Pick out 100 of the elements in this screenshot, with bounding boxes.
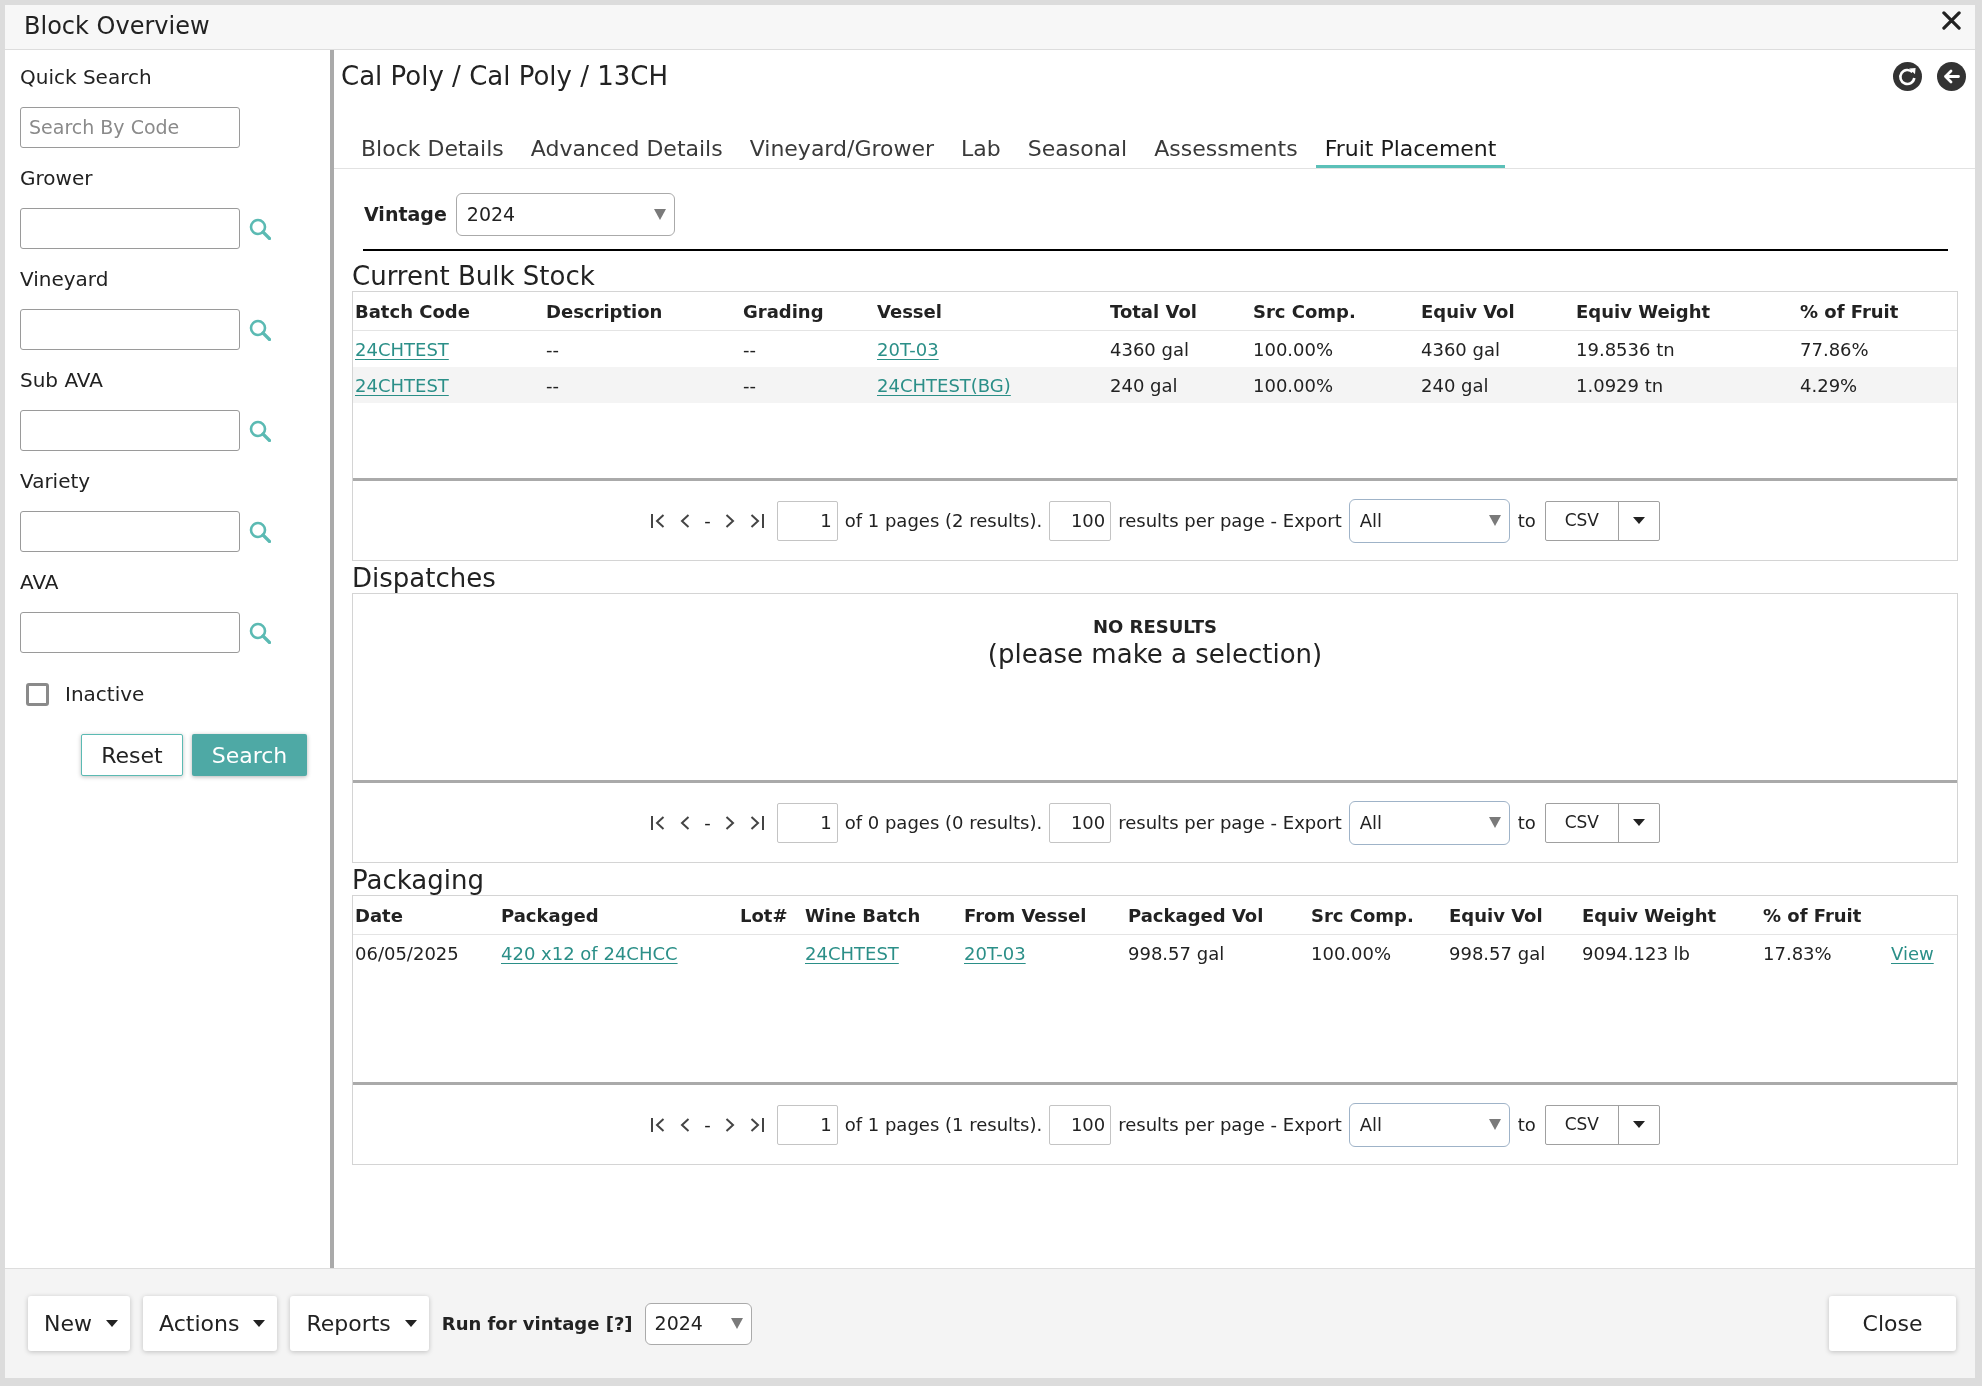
section-title: Current Bulk Stock xyxy=(352,261,596,291)
export-select[interactable]: All xyxy=(1348,1102,1510,1147)
table-cell-text: -- xyxy=(743,373,756,398)
reset-button[interactable]: Reset xyxy=(81,734,183,776)
next-page-icon[interactable] xyxy=(724,814,735,831)
column-header: Packaged xyxy=(501,903,599,928)
menu-button[interactable]: Actions xyxy=(143,1296,278,1351)
caret-down-icon xyxy=(1632,819,1645,826)
link[interactable]: 24CHTEST xyxy=(805,939,899,967)
to-label: to xyxy=(1517,811,1536,835)
column-header: Vessel xyxy=(877,299,942,324)
page-number-field[interactable]: 1 xyxy=(776,802,838,843)
menu-button[interactable]: Reports xyxy=(290,1296,429,1351)
table-cell-text: -- xyxy=(546,373,559,398)
caret-down-icon xyxy=(1632,1121,1645,1128)
format-split-button[interactable]: CSV xyxy=(1544,500,1660,541)
input-field[interactable] xyxy=(20,309,240,350)
column-header: Equiv Weight xyxy=(1576,299,1711,324)
tab[interactable]: Fruit Placement xyxy=(1315,128,1506,168)
link[interactable]: View xyxy=(1891,939,1934,967)
tab[interactable]: Advanced Details xyxy=(521,128,732,168)
window-title: Block Overview xyxy=(24,11,210,41)
column-header: Total Vol xyxy=(1110,299,1197,324)
table-cell-text: 100.00% xyxy=(1311,941,1392,966)
per-page-field[interactable]: 100 xyxy=(1049,500,1112,541)
empty-message: NO RESULTS xyxy=(1092,616,1218,638)
table-cell-text: 77.86% xyxy=(1800,337,1869,362)
column-header: Equiv Vol xyxy=(1449,903,1543,928)
column-header: Description xyxy=(546,299,663,324)
page-number-field[interactable]: 1 xyxy=(776,500,838,541)
link[interactable]: 20T-03 xyxy=(964,939,1026,967)
per-page-label: results per page - Export xyxy=(1118,811,1342,835)
close-icon[interactable] xyxy=(1942,11,1961,30)
tab[interactable]: Seasonal xyxy=(1018,128,1137,168)
field-label: Vintage xyxy=(364,202,447,228)
page-number-field[interactable]: 1 xyxy=(776,1104,838,1145)
field-label: Grower xyxy=(20,165,93,191)
table-cell-text: 9094.123 lb xyxy=(1582,941,1691,966)
vintage-select[interactable]: 2024 xyxy=(644,1302,752,1345)
column-header: % of Fruit xyxy=(1763,903,1862,928)
vintage-select[interactable]: 2024 xyxy=(455,193,675,236)
tab[interactable]: Assessments xyxy=(1145,128,1307,168)
input-field[interactable] xyxy=(20,612,240,653)
empty-hint: (please make a selection) xyxy=(987,638,1323,670)
menu-button[interactable]: New xyxy=(28,1296,130,1351)
table-cell-text: 4360 gal xyxy=(1421,337,1500,362)
export-select[interactable]: All xyxy=(1348,800,1510,845)
input-field[interactable] xyxy=(20,208,240,249)
export-select[interactable]: All xyxy=(1348,498,1510,543)
close-button[interactable]: Close xyxy=(1829,1296,1956,1351)
input-field[interactable] xyxy=(20,410,240,451)
per-page-field[interactable]: 100 xyxy=(1049,1104,1112,1145)
link[interactable]: 420 x12 of 24CHCC xyxy=(501,939,678,967)
first-page-icon[interactable] xyxy=(650,512,667,529)
refresh-icon[interactable] xyxy=(1893,62,1922,91)
last-page-icon[interactable] xyxy=(748,512,765,529)
page-separator: - xyxy=(704,509,711,533)
previous-page-icon[interactable] xyxy=(680,1116,691,1133)
next-page-icon[interactable] xyxy=(724,1116,735,1133)
link[interactable]: 24CHTEST(BG) xyxy=(877,371,1011,399)
per-page-field[interactable]: 100 xyxy=(1049,802,1112,843)
tab[interactable]: Block Details xyxy=(352,128,513,168)
format-split-button[interactable]: CSV xyxy=(1544,802,1660,843)
link[interactable]: 24CHTEST xyxy=(355,335,449,363)
format-split-button[interactable]: CSV xyxy=(1544,1104,1660,1145)
checkbox[interactable] xyxy=(26,682,49,706)
previous-page-icon[interactable] xyxy=(680,814,691,831)
dropdown-arrow-icon xyxy=(1488,1119,1501,1130)
tab[interactable]: Vineyard/Grower xyxy=(740,128,944,168)
previous-page-icon[interactable] xyxy=(680,512,691,529)
last-page-icon[interactable] xyxy=(748,1116,765,1133)
link[interactable]: 20T-03 xyxy=(877,335,939,363)
caret-down-icon xyxy=(1632,517,1645,524)
column-header: Date xyxy=(355,903,403,928)
page-separator: - xyxy=(704,1113,711,1137)
to-label: to xyxy=(1517,509,1536,533)
column-header: Equiv Weight xyxy=(1582,903,1717,928)
next-page-icon[interactable] xyxy=(724,512,735,529)
last-page-icon[interactable] xyxy=(748,814,765,831)
table-cell-text: 06/05/2025 xyxy=(355,941,459,966)
first-page-icon[interactable] xyxy=(650,814,667,831)
first-page-icon[interactable] xyxy=(650,1116,667,1133)
section-title: Packaging xyxy=(352,865,485,895)
dropdown-arrow-icon xyxy=(1488,817,1501,828)
table-cell-text: 100.00% xyxy=(1253,373,1334,398)
field-label: Sub AVA xyxy=(20,367,103,393)
table-cell-text: 998.57 gal xyxy=(1128,941,1225,966)
input-field[interactable] xyxy=(20,511,240,552)
column-header: Batch Code xyxy=(355,299,470,324)
table-cell-text: 240 gal xyxy=(1110,373,1178,398)
caret-down-icon xyxy=(404,1320,417,1327)
checkbox-label: Inactive xyxy=(65,681,145,707)
table-cell-text: 17.83% xyxy=(1763,941,1832,966)
column-header: Src Comp. xyxy=(1311,903,1414,928)
table-cell-text: 100.00% xyxy=(1253,337,1334,362)
search-field[interactable]: Search By Code xyxy=(20,107,240,148)
field-label: Run for vintage [?] xyxy=(441,1312,633,1336)
link[interactable]: 24CHTEST xyxy=(355,371,449,399)
table-cell-text: 4.29% xyxy=(1800,373,1858,398)
tab[interactable]: Lab xyxy=(952,128,1010,168)
